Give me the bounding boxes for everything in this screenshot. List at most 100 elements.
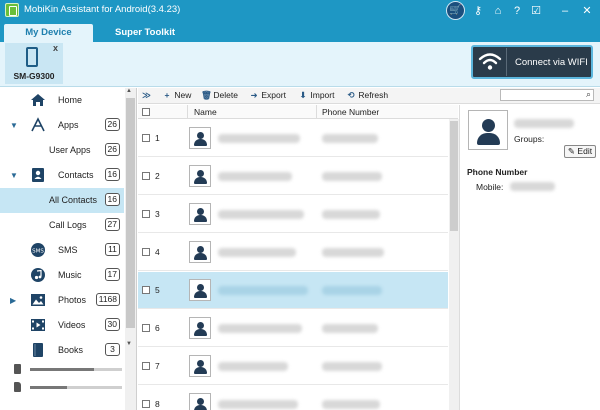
sidebar-item-label: Books [58,345,84,355]
row-number: 2 [155,171,160,181]
home-icon[interactable]: ⌂ [489,2,507,20]
delete-button[interactable]: 🗑 Delete [201,90,238,102]
contacts-list-scrollbar[interactable] [449,119,459,410]
sidebar-item-call-logs[interactable]: Call Logs 27 [0,213,124,238]
trash-icon: 🗑 [201,90,212,100]
person-body [477,133,500,145]
tab-my-device[interactable]: My Device [4,24,93,42]
table-row[interactable]: 7 [138,348,448,385]
table-row[interactable]: 8 [138,386,448,410]
count-badge: 16 [104,168,120,181]
sidebar-item-contacts[interactable]: ▼ Contacts 16 [0,163,124,188]
search-input[interactable]: ⌕ [500,89,594,101]
refresh-button[interactable]: ⟲ Refresh [346,90,388,102]
app-logo-icon [5,3,19,17]
contact-avatar [189,241,211,263]
key-icon[interactable]: ⚷ [469,2,487,20]
table-row[interactable]: 3 [138,196,448,233]
phone-storage-icon [14,364,21,374]
column-header-phone[interactable]: Phone Number [322,107,379,117]
device-bar: x SM-G9300 Connect via WIFI [0,42,600,87]
sidebar-scrollbar[interactable]: ▲ ▼ [125,88,136,410]
plus-icon: + [164,90,170,100]
row-number: 3 [155,209,160,219]
row-checkbox[interactable] [142,286,150,294]
row-checkbox[interactable] [142,248,150,256]
table-row[interactable]: 1 [138,120,448,157]
table-row[interactable]: 5 [138,272,448,309]
groups-label: Groups: [514,134,545,144]
row-checkbox[interactable] [142,134,150,142]
import-button[interactable]: ⬇ Import [298,90,334,102]
sidebar-item-user-apps[interactable]: User Apps 26 [0,138,124,163]
person-icon [197,132,204,139]
person-body [194,177,207,184]
sidebar-item-label: Videos [58,320,86,330]
redacted-phone [322,400,380,409]
delete-label: Delete [213,90,238,100]
count-badge: 30 [104,318,120,331]
search-icon[interactable]: ⌕ [586,89,591,100]
device-card[interactable]: x SM-G9300 [5,43,63,84]
row-checkbox[interactable] [142,400,150,408]
redacted-name [218,172,292,181]
contact-avatar [189,393,211,410]
column-divider [187,105,188,119]
select-all-checkbox[interactable] [142,108,150,116]
row-checkbox[interactable] [142,210,150,218]
count-badge: 3 [105,343,120,356]
table-row[interactable]: 4 [138,234,448,271]
expand-arrow-icon[interactable]: ▼ [10,171,18,180]
mobile-label: Mobile: [476,182,504,192]
sidebar-item-books[interactable]: Books 3 [0,338,124,363]
feedback-icon[interactable]: ☑ [527,2,545,20]
connect-wifi-label: Connect via WIFI [515,57,588,68]
sidebar: Home ▼ Apps 26 User Apps 26 ▼ Contacts 1… [0,88,137,410]
sidebar-item-videos[interactable]: Videos 30 [0,313,124,338]
redacted-name [218,286,308,295]
row-checkbox[interactable] [142,362,150,370]
edit-button[interactable]: ✎ Edit [564,145,596,158]
sidebar-item-label: User Apps [49,145,91,155]
tab-super-toolkit[interactable]: Super Toolkit [95,24,195,42]
row-checkbox[interactable] [142,324,150,332]
redacted-phone [322,362,382,371]
sidebar-item-home[interactable]: Home [0,88,124,113]
table-row[interactable]: 6 [138,310,448,347]
sidebar-item-photos[interactable]: ▶ Photos 1168 [0,288,124,313]
minimize-icon[interactable]: – [556,2,574,20]
table-row[interactable]: 2 [138,158,448,195]
cart-icon[interactable]: 🛒 [446,1,465,20]
person-body [194,139,207,146]
redacted-phone [322,324,378,333]
sidebar-item-label: All Contacts [49,195,98,205]
help-icon[interactable]: ? [508,2,526,20]
scroll-up-arrow-icon[interactable]: ▲ [126,88,132,94]
count-badge: 16 [104,193,120,206]
device-close-button[interactable]: x [53,43,58,53]
sidebar-item-sms[interactable]: SMS SMS 11 [0,238,124,263]
sidebar-item-apps[interactable]: ▼ Apps 26 [0,113,124,138]
person-body [194,215,207,222]
sidebar-scroll-thumb[interactable] [126,98,135,328]
contact-avatar [189,279,211,301]
main-tabs: My Device Super Toolkit [0,22,600,42]
list-scroll-thumb[interactable] [450,121,458,231]
person-icon [197,170,204,177]
column-header-name[interactable]: Name [194,107,217,117]
new-button[interactable]: + New [162,90,192,102]
sidebar-item-all-contacts[interactable]: All Contacts 16 [0,188,124,213]
svg-text:SMS: SMS [32,249,44,255]
new-label: New [174,90,192,100]
row-checkbox[interactable] [142,172,150,180]
connect-wifi-button[interactable]: Connect via WIFI [471,45,593,79]
sidebar-item-music[interactable]: Music 17 [0,263,124,288]
expand-arrow-icon[interactable]: ▼ [10,121,18,130]
close-icon[interactable]: ✕ [578,2,596,20]
expand-panel-icon[interactable]: ≫ [142,90,151,102]
expand-arrow-icon[interactable]: ▶ [10,296,16,305]
export-label: Export [261,90,286,100]
export-button[interactable]: ➜ Export [249,90,286,102]
refresh-label: Refresh [358,90,389,100]
scroll-down-arrow-icon[interactable]: ▼ [126,341,132,347]
